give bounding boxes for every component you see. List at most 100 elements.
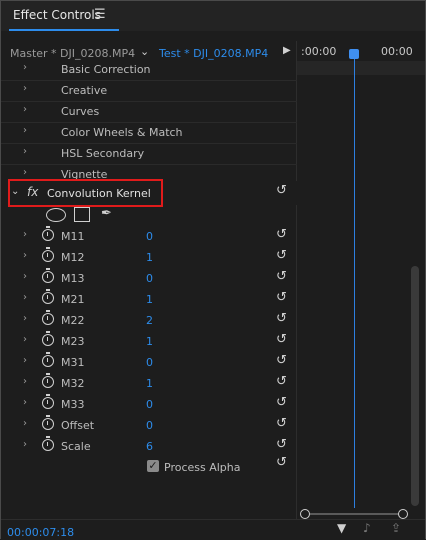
reset-icon[interactable]: ↺ [276, 353, 287, 368]
reset-icon[interactable]: ↺ [276, 269, 287, 284]
chevron-right-icon[interactable]: › [23, 439, 27, 450]
param-value[interactable]: 1 [146, 251, 153, 264]
chevron-right-icon[interactable]: › [23, 146, 27, 157]
reset-icon[interactable]: ↺ [276, 437, 287, 452]
chevron-right-icon[interactable]: › [23, 397, 27, 408]
process-alpha-checkbox[interactable]: ✓ [147, 460, 159, 472]
stopwatch-icon[interactable] [42, 373, 54, 388]
param-row-m13: › M13 0 ↺ [1, 268, 297, 289]
param-label: M31 [61, 356, 85, 369]
stopwatch-icon[interactable] [42, 436, 54, 451]
stopwatch-icon[interactable] [42, 352, 54, 367]
chevron-right-icon[interactable]: › [23, 62, 27, 73]
clip-dropdown-chevron-icon[interactable]: ⌄ [140, 45, 149, 58]
section-curves[interactable]: › Curves [1, 101, 297, 123]
section-hsl-secondary[interactable]: › HSL Secondary [1, 143, 297, 165]
chevron-right-icon[interactable]: › [23, 418, 27, 429]
current-timecode[interactable]: 00:00:07:18 [7, 526, 74, 539]
zoom-start-handle[interactable] [300, 509, 310, 519]
reset-icon[interactable]: ↺ [276, 311, 287, 326]
annotation-highlight-box [8, 179, 163, 207]
chevron-right-icon[interactable]: › [23, 313, 27, 324]
timeline-end-time: 00:00 [381, 45, 413, 58]
param-row-m11: › M11 0 ↺ [1, 226, 297, 247]
panel-title[interactable]: Effect Controls [13, 8, 101, 22]
chevron-right-icon[interactable]: › [23, 167, 27, 178]
ellipse-mask-icon[interactable] [46, 208, 66, 222]
chevron-right-icon[interactable]: › [23, 104, 27, 115]
chevron-right-icon[interactable]: › [23, 271, 27, 282]
timeline-ruler[interactable] [297, 61, 425, 75]
chevron-right-icon[interactable]: › [23, 83, 27, 94]
chevron-right-icon[interactable]: › [23, 292, 27, 303]
param-value[interactable]: 0 [146, 230, 153, 243]
param-value[interactable]: 6 [146, 440, 153, 453]
param-label: M22 [61, 314, 85, 327]
stopwatch-icon[interactable] [42, 394, 54, 409]
chevron-right-icon[interactable]: › [23, 376, 27, 387]
timeline-zoom-scrollbar[interactable] [300, 509, 408, 519]
section-label: Color Wheels & Match [61, 126, 183, 139]
stopwatch-icon[interactable] [42, 226, 54, 241]
param-value[interactable]: 1 [146, 377, 153, 390]
param-value[interactable]: 1 [146, 335, 153, 348]
play-only-audio-icon[interactable]: ▶ [283, 45, 291, 56]
zoom-end-handle[interactable] [398, 509, 408, 519]
param-value[interactable]: 0 [146, 272, 153, 285]
stopwatch-icon[interactable] [42, 289, 54, 304]
param-row-m23: › M23 1 ↺ [1, 331, 297, 352]
param-row-m22: › M22 2 ↺ [1, 310, 297, 331]
param-row-m33: › M33 0 ↺ [1, 394, 297, 415]
section-basic-correction[interactable]: › Basic Correction [1, 59, 297, 81]
chevron-right-icon[interactable]: › [23, 125, 27, 136]
param-label: M32 [61, 377, 85, 390]
section-creative[interactable]: › Creative [1, 80, 297, 102]
param-value[interactable]: 1 [146, 293, 153, 306]
process-alpha-label: Process Alpha [164, 461, 241, 474]
mask-tools: ✒ [43, 206, 143, 224]
reset-icon[interactable]: ↺ [276, 395, 287, 410]
effect-controls-panel: Effect Controls ☰ Master * DJI_0208.MP4 … [0, 0, 426, 540]
chevron-right-icon[interactable]: › [23, 250, 27, 261]
param-value[interactable]: 0 [146, 356, 153, 369]
reset-icon[interactable]: ↺ [276, 374, 287, 389]
stopwatch-icon[interactable] [42, 331, 54, 346]
param-value[interactable]: 2 [146, 314, 153, 327]
section-color-wheels[interactable]: › Color Wheels & Match [1, 122, 297, 144]
reset-icon[interactable]: ↺ [276, 227, 287, 242]
reset-icon[interactable]: ↺ [276, 290, 287, 305]
vertical-scrollbar[interactable] [411, 266, 419, 506]
chevron-right-icon[interactable]: › [23, 229, 27, 240]
stopwatch-icon[interactable] [42, 268, 54, 283]
pen-mask-icon[interactable]: ✒ [101, 206, 112, 221]
param-label: Offset [61, 419, 95, 432]
stopwatch-icon[interactable] [42, 247, 54, 262]
panel-titlebar: Effect Controls ☰ [1, 1, 425, 31]
audio-loop-icon[interactable]: ♪ [363, 521, 371, 535]
section-label: Creative [61, 84, 108, 97]
playhead-handle[interactable] [349, 49, 359, 59]
playhead-line [354, 59, 355, 508]
rectangle-mask-icon[interactable] [74, 207, 90, 222]
reset-icon[interactable]: ↺ [276, 455, 287, 470]
reset-icon[interactable]: ↺ [276, 183, 287, 198]
chevron-right-icon[interactable]: › [23, 355, 27, 366]
zoom-track [304, 513, 402, 515]
reset-icon[interactable]: ↺ [276, 248, 287, 263]
param-label: M12 [61, 251, 85, 264]
filter-icon[interactable]: ▼ [337, 521, 346, 535]
stopwatch-icon[interactable] [42, 415, 54, 430]
param-label: M23 [61, 335, 85, 348]
panel-menu-icon[interactable]: ☰ [94, 7, 106, 22]
stopwatch-icon[interactable] [42, 310, 54, 325]
param-value[interactable]: 0 [146, 398, 153, 411]
param-value[interactable]: 0 [146, 419, 153, 432]
param-row-m21: › M21 1 ↺ [1, 289, 297, 310]
chevron-right-icon[interactable]: › [23, 334, 27, 345]
param-row-m31: › M31 0 ↺ [1, 352, 297, 373]
param-row-offset: › Offset 0 ↺ [1, 415, 297, 436]
param-label: M11 [61, 230, 85, 243]
reset-icon[interactable]: ↺ [276, 332, 287, 347]
reset-icon[interactable]: ↺ [276, 416, 287, 431]
export-icon[interactable]: ⇪ [391, 521, 401, 535]
